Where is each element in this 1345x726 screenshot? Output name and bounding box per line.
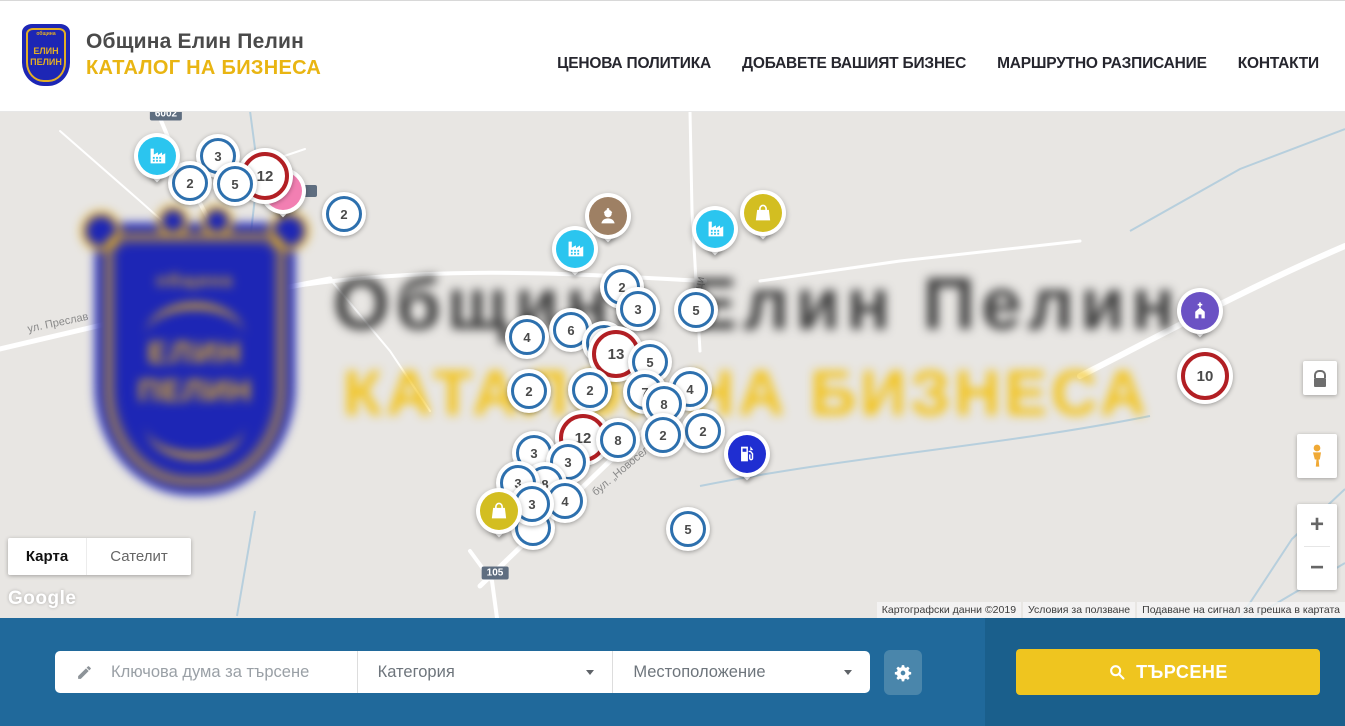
bag-icon: [480, 492, 518, 530]
map-type-satellite-button[interactable]: Сателит: [86, 538, 191, 575]
header: община ЕЛИН ПЕЛИН Община Елин Пелин КАТА…: [0, 1, 1345, 112]
fuel-icon: [728, 435, 766, 473]
google-map[interactable]: 6002105ул. Преславбул. „Новоселци община…: [0, 111, 1345, 618]
site-title: Община Елин Пелин: [86, 30, 321, 54]
search-fields: Категория Местоположение: [55, 651, 870, 693]
cluster-count: 2: [340, 207, 347, 222]
church-icon: [1181, 292, 1219, 330]
cluster-count: 2: [525, 384, 532, 399]
chevron-down-icon: [586, 670, 594, 675]
cluster-count: 4: [523, 330, 530, 345]
cluster-marker[interactable]: 2: [568, 368, 612, 412]
advanced-search-button[interactable]: [884, 650, 922, 695]
crest-name-line1: ЕЛИН: [22, 46, 70, 56]
cluster-marker[interactable]: 2: [322, 192, 366, 236]
factory-icon-marker[interactable]: [692, 206, 738, 268]
search-button-panel: ТЪРСЕНЕ: [985, 618, 1345, 726]
factory-icon-marker[interactable]: [134, 133, 180, 195]
municipality-crest-icon: община ЕЛИН ПЕЛИН: [22, 24, 70, 86]
factory-icon: [556, 230, 594, 268]
zoom-in-button[interactable]: +: [1297, 504, 1337, 546]
map-type-switcher: Карта Сателит: [8, 538, 191, 575]
site-subtitle: КАТАЛОГ НА БИЗНЕСА: [86, 57, 321, 80]
attribution-report-link[interactable]: Подаване на сигнал за грешка в картата: [1137, 602, 1345, 618]
cluster-count: 5: [231, 177, 238, 192]
cluster-count: 3: [564, 455, 571, 470]
site-logo[interactable]: община ЕЛИН ПЕЛИН Община Елин Пелин КАТА…: [22, 24, 321, 86]
lock-button[interactable]: [1303, 361, 1337, 395]
lock-icon: [1314, 370, 1326, 378]
cluster-marker[interactable]: 5: [674, 288, 718, 332]
cluster-marker[interactable]: 2: [507, 369, 551, 413]
church-icon-marker[interactable]: [1177, 288, 1223, 350]
google-logo[interactable]: Google: [8, 588, 76, 610]
chevron-down-icon: [844, 670, 852, 675]
map-attribution: Картографски данни ©2019 Условия за полз…: [877, 602, 1345, 618]
factory-icon: [138, 137, 176, 175]
pegman-icon: [1304, 441, 1330, 471]
factory-icon-marker[interactable]: [552, 226, 598, 288]
cluster-marker[interactable]: 5: [213, 162, 257, 206]
cluster-marker[interactable]: 2: [681, 409, 725, 453]
cluster-count: 4: [561, 494, 568, 509]
bag-icon-marker[interactable]: [740, 190, 786, 252]
cluster-marker[interactable]: 5: [666, 507, 710, 551]
nav-contacts[interactable]: КОНТАКТИ: [1238, 55, 1319, 73]
bag-icon: [744, 194, 782, 232]
cluster-count: 5: [684, 522, 691, 537]
cluster-count: 4: [686, 382, 693, 397]
cluster-count: 2: [186, 176, 193, 191]
cluster-count: 3: [214, 149, 221, 164]
cluster-marker[interactable]: 8: [596, 418, 640, 462]
cluster-marker[interactable]: 3: [616, 287, 660, 331]
nav-add-business[interactable]: ДОБАВЕТЕ ВАШИЯТ БИЗНЕС: [742, 55, 966, 73]
cluster-marker[interactable]: 2: [641, 413, 685, 457]
factory-icon: [696, 210, 734, 248]
cluster-count: 8: [660, 397, 667, 412]
search-button[interactable]: ТЪРСЕНЕ: [1016, 649, 1320, 695]
location-select-value: Местоположение: [633, 663, 765, 682]
zoom-out-button[interactable]: −: [1297, 547, 1337, 589]
gear-icon: [893, 663, 913, 683]
pegman-button[interactable]: [1297, 434, 1337, 478]
search-icon: [1108, 663, 1126, 681]
attribution-terms-link[interactable]: Условия за ползване: [1023, 602, 1135, 618]
category-select-value: Категория: [378, 663, 455, 682]
bag-icon-marker[interactable]: [476, 488, 522, 550]
cluster-count: 6: [567, 323, 574, 338]
cluster-count: 5: [692, 303, 699, 318]
cluster-count: 8: [614, 433, 621, 448]
cluster-count: 12: [257, 168, 274, 185]
search-button-label: ТЪРСЕНЕ: [1136, 662, 1228, 683]
page: община ЕЛИН ПЕЛИН Община Елин Пелин КАТА…: [0, 0, 1345, 726]
crest-org-text: община: [22, 31, 70, 37]
fuel-icon-marker[interactable]: [724, 431, 770, 493]
zoom-control: + −: [1297, 504, 1337, 590]
keyword-field: [55, 651, 357, 693]
cluster-marker[interactable]: 10: [1177, 348, 1233, 404]
keyword-input[interactable]: [109, 662, 343, 683]
cluster-marker[interactable]: 4: [505, 315, 549, 359]
main-nav: ЦЕНОВА ПОЛИТИКА ДОБАВЕТЕ ВАШИЯТ БИЗНЕС М…: [557, 55, 1319, 73]
cluster-count: 3: [530, 446, 537, 461]
cluster-count: 3: [528, 497, 535, 512]
cluster-count: 2: [699, 424, 706, 439]
cluster-count: 2: [659, 428, 666, 443]
location-select[interactable]: Местоположение: [612, 651, 870, 693]
search-bar: ТЪРСЕНЕ Категория Местоположение: [0, 618, 1345, 726]
cluster-count: 2: [586, 383, 593, 398]
nav-pricing[interactable]: ЦЕНОВА ПОЛИТИКА: [557, 55, 711, 73]
category-select[interactable]: Категория: [357, 651, 613, 693]
pencil-icon: [76, 664, 93, 681]
attribution-copyright: Картографски данни ©2019: [877, 602, 1021, 618]
map-type-map-button[interactable]: Карта: [8, 538, 86, 575]
cluster-count: 13: [608, 346, 625, 363]
cluster-count: 3: [634, 302, 641, 317]
cluster-count: 5: [646, 355, 653, 370]
cluster-count: 10: [1197, 368, 1214, 385]
marker-layer: 1232522356471352274822128338343510: [0, 111, 1345, 618]
nav-route-schedule[interactable]: МАРШРУТНО РАЗПИСАНИЕ: [997, 55, 1207, 73]
crest-name-line2: ПЕЛИН: [22, 57, 70, 67]
